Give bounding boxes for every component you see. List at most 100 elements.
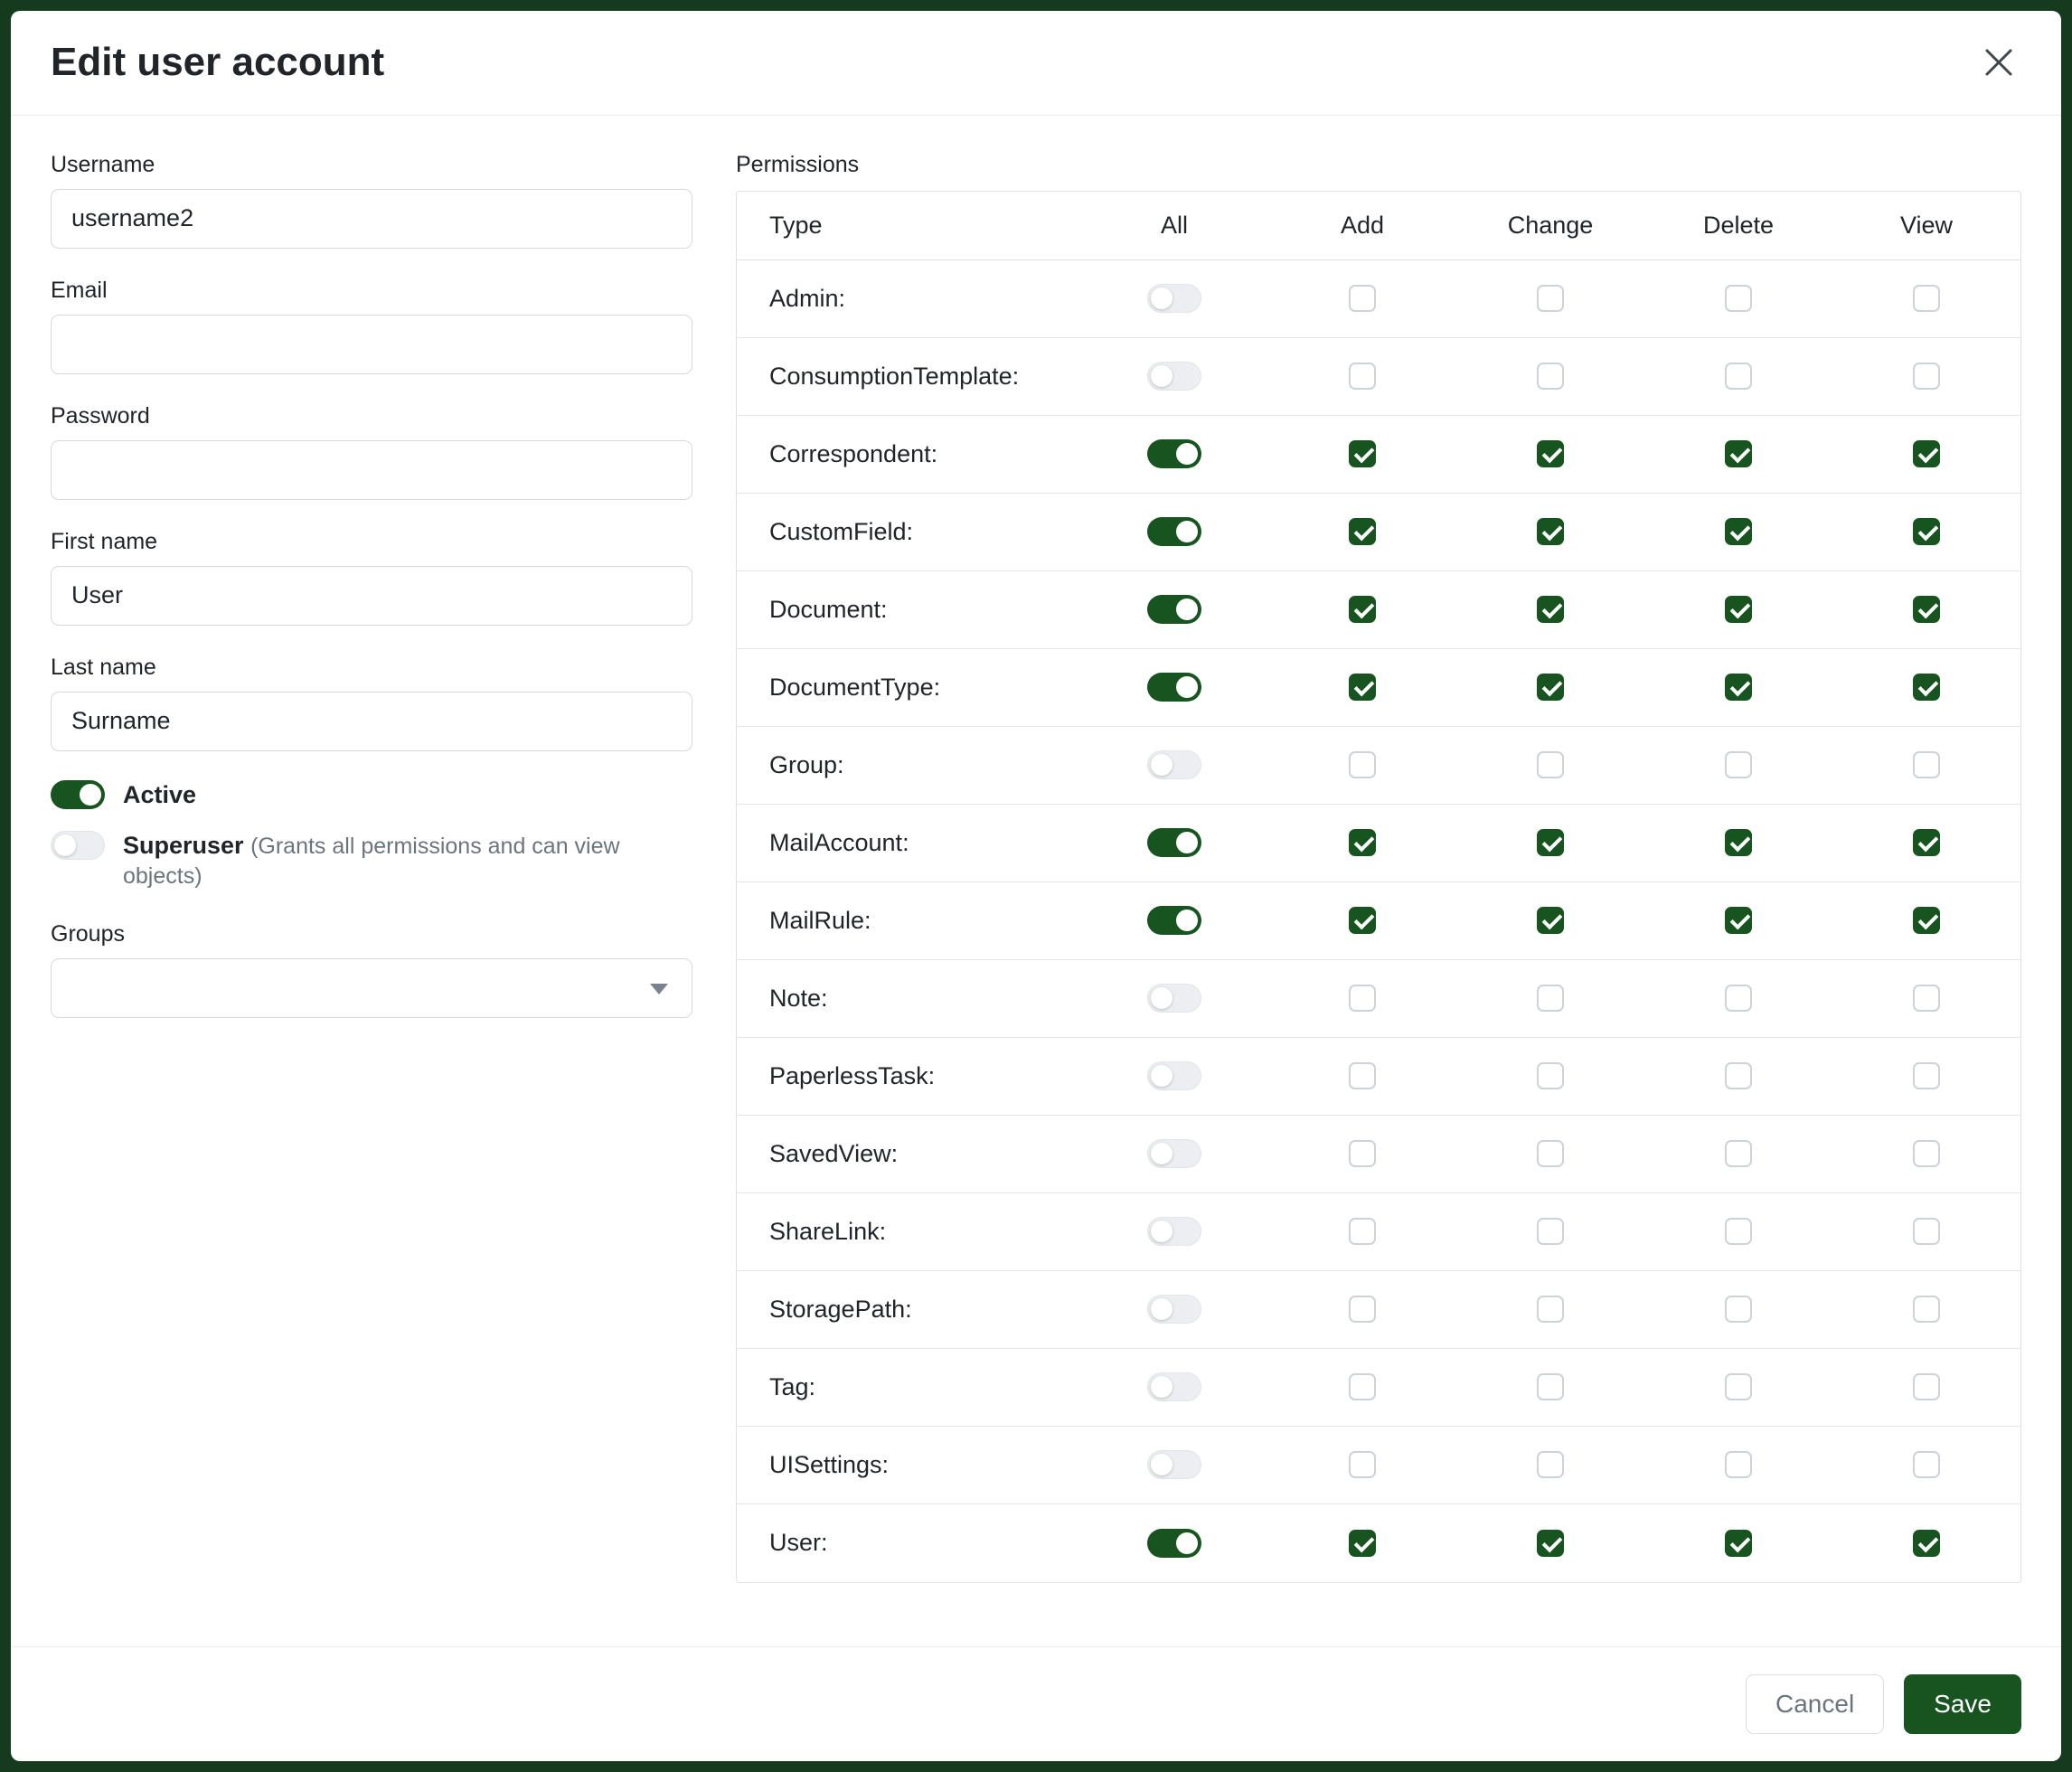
- permission-all-toggle[interactable]: [1147, 1450, 1201, 1479]
- email-input[interactable]: [51, 315, 692, 374]
- permission-change-checkbox[interactable]: [1537, 985, 1564, 1012]
- permission-delete-checkbox[interactable]: [1725, 985, 1752, 1012]
- permission-change-checkbox[interactable]: [1537, 751, 1564, 778]
- permission-delete-checkbox[interactable]: [1725, 596, 1752, 623]
- permission-add-checkbox[interactable]: [1349, 829, 1376, 856]
- permission-view-checkbox[interactable]: [1913, 363, 1940, 390]
- permission-delete-checkbox[interactable]: [1725, 1530, 1752, 1557]
- permission-add-checkbox[interactable]: [1349, 985, 1376, 1012]
- permission-add-checkbox[interactable]: [1349, 1296, 1376, 1323]
- modal-title: Edit user account: [51, 40, 384, 86]
- permission-all-toggle[interactable]: [1147, 517, 1201, 546]
- permission-all-toggle[interactable]: [1147, 906, 1201, 935]
- permission-all-toggle[interactable]: [1147, 284, 1201, 313]
- save-button[interactable]: Save: [1904, 1674, 2021, 1734]
- permission-change-checkbox[interactable]: [1537, 518, 1564, 545]
- permission-change-checkbox[interactable]: [1537, 1062, 1564, 1089]
- permission-add-checkbox[interactable]: [1349, 440, 1376, 467]
- edit-user-modal: Edit user account Username Email Passwor…: [11, 11, 2061, 1761]
- permission-change-checkbox[interactable]: [1537, 1451, 1564, 1478]
- permission-all-toggle[interactable]: [1147, 828, 1201, 857]
- permission-delete-checkbox[interactable]: [1725, 907, 1752, 934]
- permission-change-checkbox[interactable]: [1537, 674, 1564, 701]
- permission-change-checkbox[interactable]: [1537, 907, 1564, 934]
- superuser-toggle[interactable]: [51, 831, 105, 860]
- permission-add-checkbox[interactable]: [1349, 363, 1376, 390]
- permission-change-checkbox[interactable]: [1537, 363, 1564, 390]
- permission-change-checkbox[interactable]: [1537, 285, 1564, 312]
- permission-change-checkbox[interactable]: [1537, 1296, 1564, 1323]
- active-toggle[interactable]: [51, 780, 105, 809]
- permission-view-checkbox[interactable]: [1913, 1140, 1940, 1167]
- permission-change-checkbox[interactable]: [1537, 1218, 1564, 1245]
- permission-delete-checkbox[interactable]: [1725, 751, 1752, 778]
- permission-all-toggle[interactable]: [1147, 1372, 1201, 1401]
- permission-change-checkbox[interactable]: [1537, 1140, 1564, 1167]
- permission-change-checkbox[interactable]: [1537, 829, 1564, 856]
- permission-all-toggle[interactable]: [1147, 984, 1201, 1013]
- permission-delete-checkbox[interactable]: [1725, 440, 1752, 467]
- permission-delete-checkbox[interactable]: [1725, 829, 1752, 856]
- permission-add-checkbox[interactable]: [1349, 751, 1376, 778]
- username-group: Username: [51, 152, 692, 249]
- permission-view-checkbox[interactable]: [1913, 596, 1940, 623]
- permission-view-checkbox[interactable]: [1913, 829, 1940, 856]
- permission-delete-checkbox[interactable]: [1725, 1062, 1752, 1089]
- permission-view-checkbox[interactable]: [1913, 985, 1940, 1012]
- permission-all-toggle[interactable]: [1147, 362, 1201, 391]
- first-name-input[interactable]: [51, 566, 692, 626]
- permission-view-checkbox[interactable]: [1913, 1218, 1940, 1245]
- permission-add-checkbox[interactable]: [1349, 1218, 1376, 1245]
- permission-add-checkbox[interactable]: [1349, 1062, 1376, 1089]
- permission-all-toggle[interactable]: [1147, 1139, 1201, 1168]
- permission-view-checkbox[interactable]: [1913, 1062, 1940, 1089]
- permission-change-checkbox[interactable]: [1537, 440, 1564, 467]
- permission-all-toggle[interactable]: [1147, 1529, 1201, 1558]
- permission-add-checkbox[interactable]: [1349, 596, 1376, 623]
- username-input[interactable]: [51, 189, 692, 249]
- permission-delete-checkbox[interactable]: [1725, 674, 1752, 701]
- permission-delete-checkbox[interactable]: [1725, 1218, 1752, 1245]
- permission-delete-checkbox[interactable]: [1725, 285, 1752, 312]
- last-name-input[interactable]: [51, 692, 692, 751]
- permission-change-checkbox[interactable]: [1537, 1530, 1564, 1557]
- password-input[interactable]: [51, 440, 692, 500]
- permission-add-checkbox[interactable]: [1349, 285, 1376, 312]
- permission-change-checkbox[interactable]: [1537, 596, 1564, 623]
- permission-view-checkbox[interactable]: [1913, 1296, 1940, 1323]
- permission-add-checkbox[interactable]: [1349, 674, 1376, 701]
- cancel-button[interactable]: Cancel: [1746, 1674, 1884, 1734]
- permission-all-toggle[interactable]: [1147, 1295, 1201, 1324]
- permission-delete-checkbox[interactable]: [1725, 1296, 1752, 1323]
- permission-add-checkbox[interactable]: [1349, 1451, 1376, 1478]
- permission-all-toggle[interactable]: [1147, 750, 1201, 779]
- groups-select[interactable]: [51, 958, 692, 1018]
- permission-view-checkbox[interactable]: [1913, 751, 1940, 778]
- permission-add-checkbox[interactable]: [1349, 1373, 1376, 1400]
- permission-delete-checkbox[interactable]: [1725, 1140, 1752, 1167]
- permission-delete-checkbox[interactable]: [1725, 518, 1752, 545]
- close-button[interactable]: [1976, 40, 2021, 85]
- permission-view-checkbox[interactable]: [1913, 1530, 1940, 1557]
- permission-view-checkbox[interactable]: [1913, 907, 1940, 934]
- permission-add-checkbox[interactable]: [1349, 1530, 1376, 1557]
- permission-view-checkbox[interactable]: [1913, 440, 1940, 467]
- permission-view-checkbox[interactable]: [1913, 1373, 1940, 1400]
- permission-change-checkbox[interactable]: [1537, 1373, 1564, 1400]
- permission-all-toggle[interactable]: [1147, 1217, 1201, 1246]
- permission-all-toggle[interactable]: [1147, 439, 1201, 468]
- permission-add-checkbox[interactable]: [1349, 1140, 1376, 1167]
- permission-view-checkbox[interactable]: [1913, 285, 1940, 312]
- permission-view-checkbox[interactable]: [1913, 518, 1940, 545]
- permission-add-checkbox[interactable]: [1349, 518, 1376, 545]
- permission-add-checkbox[interactable]: [1349, 907, 1376, 934]
- permission-all-toggle[interactable]: [1147, 673, 1201, 702]
- permission-all-toggle[interactable]: [1147, 595, 1201, 624]
- permission-delete-checkbox[interactable]: [1725, 1451, 1752, 1478]
- permission-delete-checkbox[interactable]: [1725, 1373, 1752, 1400]
- permission-view-checkbox[interactable]: [1913, 674, 1940, 701]
- permission-view-checkbox[interactable]: [1913, 1451, 1940, 1478]
- permission-type-label: SavedView:: [737, 1140, 1080, 1168]
- permission-all-toggle[interactable]: [1147, 1061, 1201, 1090]
- permission-delete-checkbox[interactable]: [1725, 363, 1752, 390]
